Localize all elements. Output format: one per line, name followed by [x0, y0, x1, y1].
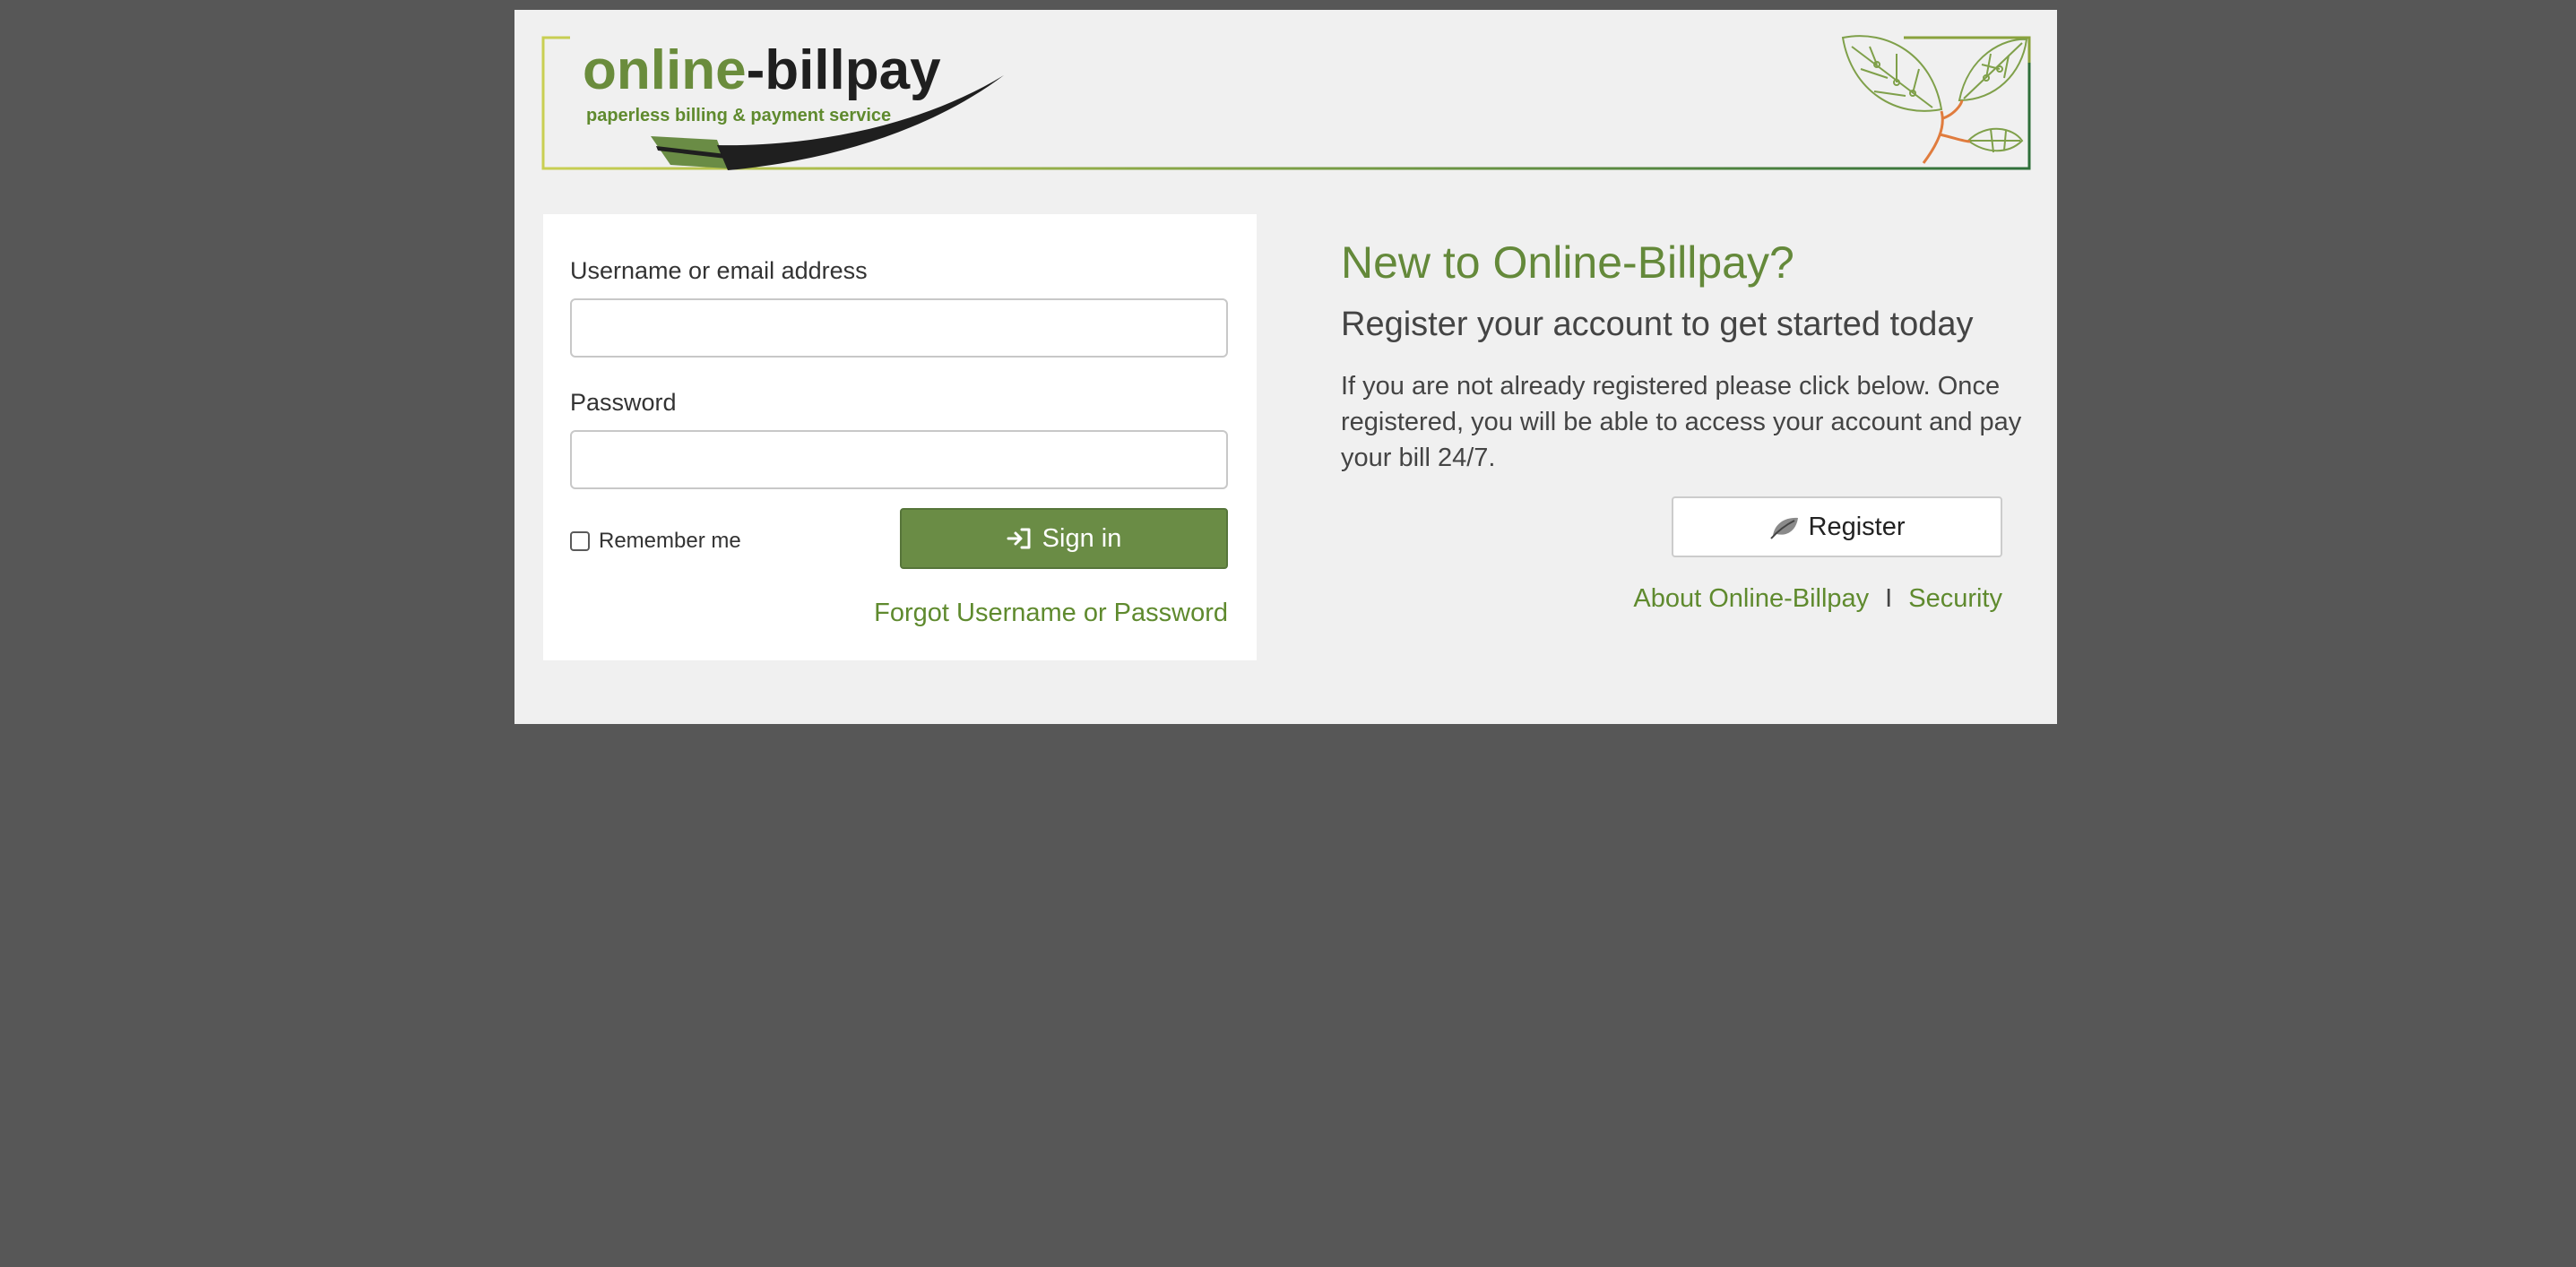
link-separator: I	[1885, 584, 1893, 613]
register-description: If you are not already registered please…	[1341, 372, 2022, 472]
remember-me[interactable]: Remember me	[570, 529, 741, 554]
leaf-icon	[1769, 517, 1798, 539]
remember-me-label[interactable]: Remember me	[599, 529, 741, 554]
sign-in-button[interactable]: Sign in	[900, 508, 1228, 569]
username-label: Username or email address	[570, 257, 868, 284]
username-input[interactable]	[570, 298, 1228, 358]
sign-in-arrow-icon	[1007, 528, 1031, 549]
register-title: New to Online-Billpay?	[1341, 237, 1794, 288]
logo-wordmark: online-billpay	[583, 39, 941, 101]
remember-me-checkbox[interactable]	[570, 531, 590, 551]
security-link[interactable]: Security	[1908, 584, 2002, 614]
leaf-circuit-icon	[1841, 35, 2028, 164]
logo-tagline: paperless billing & payment service	[586, 106, 892, 125]
sign-in-label: Sign in	[1042, 523, 1122, 553]
register-subtitle: Register your account to get started tod…	[1341, 306, 1974, 343]
header-banner: online-billpay paperless billing & payme…	[541, 35, 2031, 170]
about-link[interactable]: About Online-Billpay	[1633, 584, 1869, 614]
register-button-label: Register	[1808, 512, 1906, 541]
forgot-credentials-link[interactable]: Forgot Username or Password	[874, 599, 1228, 628]
login-page: online-billpay paperless billing & payme…	[514, 10, 2057, 724]
password-label: Password	[570, 389, 677, 416]
login-card: Username or email address Password Remem…	[543, 214, 1257, 660]
password-input[interactable]	[570, 430, 1228, 489]
brand-logo: online-billpay paperless billing & payme…	[583, 39, 1004, 174]
footer-links: About Online-Billpay I Security	[1633, 584, 2002, 614]
register-button[interactable]: Register	[1672, 496, 2002, 557]
